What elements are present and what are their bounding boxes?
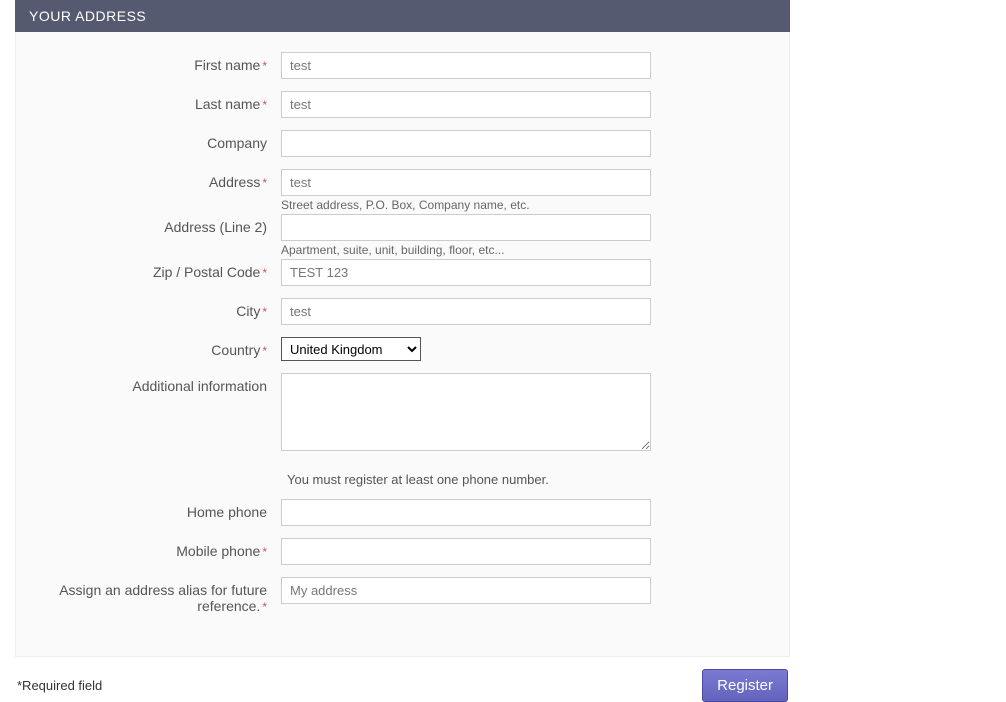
address-hint: Street address, P.O. Box, Company name, … [281,198,651,212]
address-input[interactable] [281,169,651,196]
address-form: First name* Last name* Company A [15,32,790,657]
address2-hint: Apartment, suite, unit, building, floor,… [281,243,651,257]
address2-input[interactable] [281,214,651,241]
panel-title: YOUR ADDRESS [29,8,146,24]
zip-input[interactable] [281,259,651,286]
additional-textarea[interactable] [281,373,651,451]
label-first-name: First name* [36,52,281,73]
city-input[interactable] [281,298,651,325]
label-company: Company [36,130,281,151]
last-name-input[interactable] [281,91,651,118]
label-alias: Assign an address alias for future refer… [36,577,281,614]
label-home-phone: Home phone [36,499,281,520]
country-select[interactable]: United Kingdom [281,337,421,361]
label-city: City* [36,298,281,319]
label-zip: Zip / Postal Code* [36,259,281,280]
company-input[interactable] [281,130,651,157]
first-name-input[interactable] [281,52,651,79]
label-last-name: Last name* [36,91,281,112]
home-phone-input[interactable] [281,499,651,526]
label-country: Country* [36,337,281,358]
register-button[interactable]: Register [702,669,788,702]
label-additional: Additional information [36,373,281,394]
label-address: Address* [36,169,281,190]
required-field-note: *Required field [17,678,102,693]
label-address2: Address (Line 2) [36,214,281,235]
panel-header-your-address: YOUR ADDRESS [15,0,790,32]
label-mobile-phone: Mobile phone* [36,538,281,559]
phone-notice: You must register at least one phone num… [281,472,549,487]
alias-input[interactable] [281,577,651,604]
mobile-phone-input[interactable] [281,538,651,565]
